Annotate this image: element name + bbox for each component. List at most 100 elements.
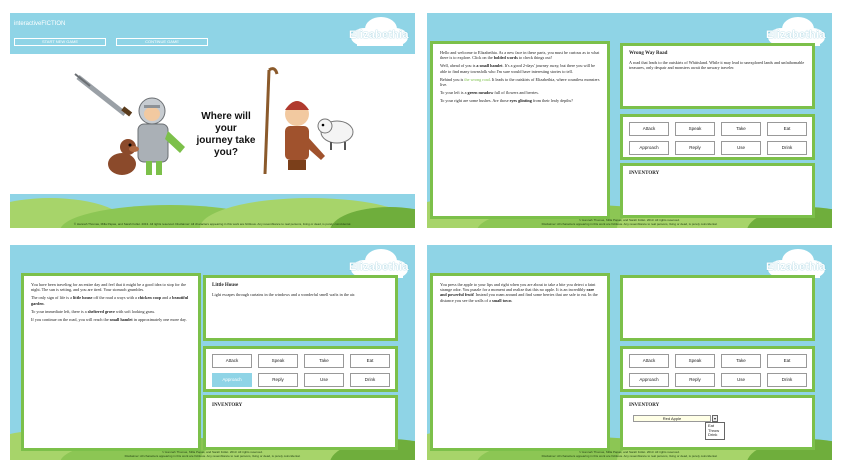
old-man-illustration: [263, 67, 354, 175]
menu-option-drink[interactable]: Drink: [708, 433, 722, 438]
action-grid: Attack Speak Take Eat Approach Reply Use Drink: [629, 122, 807, 155]
reply-button[interactable]: Reply: [675, 141, 715, 155]
story-text: from their leafy depths?: [531, 98, 573, 104]
drink-button[interactable]: Drink: [767, 141, 807, 155]
location-text: A road that leads to the outskirts of Wh…: [629, 60, 805, 71]
actions-box: Attack Speak Take Eat Approach Reply Use Drink: [620, 346, 815, 392]
action-grid: Attack Speak Take Eat Approach Reply Use Drink: [629, 354, 807, 387]
story-link[interactable]: the wrong road: [464, 77, 489, 82]
story-link[interactable]: small hamlet: [110, 317, 133, 322]
use-button[interactable]: Use: [304, 373, 344, 387]
actions-box: Attack Speak Take Eat Approach Reply Use Drink: [203, 346, 398, 392]
story-link[interactable]: bolded words: [494, 55, 518, 60]
story-text: .: [511, 297, 513, 303]
story-link[interactable]: small town: [492, 298, 511, 303]
speak-button[interactable]: Speak: [675, 122, 715, 136]
inventory-title: INVENTORY: [629, 171, 660, 176]
location-description-box: Wrong Way Road A road that leads to the …: [620, 43, 815, 109]
story-text: You have been traveling for an entire da…: [31, 282, 186, 293]
story-text: To your left is a: [440, 90, 468, 96]
inventory-title: INVENTORY: [629, 403, 660, 408]
location-text: Light escapes through curtains in the wi…: [212, 292, 356, 298]
story-text-box: You press the apple to your lips and rig…: [430, 273, 610, 451]
story-link[interactable]: green meadow: [468, 90, 494, 95]
disclaimer-line: Disclaimer: All characters appearing in …: [124, 454, 301, 458]
use-button[interactable]: Use: [721, 141, 761, 155]
game-screen-apple: Elizabethia © Hannah Thomas, Milla Papas…: [427, 245, 832, 460]
story-link[interactable]: little house: [73, 295, 92, 300]
game-screen-welcome: Elizabethia © Hannah Thomas, Milla Papas…: [427, 13, 832, 228]
take-button[interactable]: Take: [304, 354, 344, 368]
speak-button[interactable]: Speak: [675, 354, 715, 368]
inventory-item-row: Red Apple ▾ Eat Throw Drink: [633, 415, 725, 440]
continue-game-button[interactable]: CONTINUE GAME: [116, 38, 208, 46]
knight-illustration: [74, 73, 185, 175]
location-title: Little House: [212, 283, 239, 288]
splash-illustration-area: Where will your journey take you?: [10, 54, 415, 194]
action-grid: Attack Speak Take Eat Approach Reply Use Drink: [212, 354, 390, 387]
speak-button[interactable]: Speak: [258, 354, 298, 368]
inventory-box: INVENTORY: [203, 395, 398, 450]
story-text-box: You have been traveling for an entire da…: [21, 273, 201, 451]
story-paragraph: Behind you is the wrong road. It leads t…: [440, 77, 600, 87]
story-paragraph: The only sign of life is a little house …: [31, 295, 191, 305]
story-text: If you continue on the road, you will re…: [31, 317, 110, 323]
attack-button[interactable]: Attack: [629, 354, 669, 368]
story-text: You press the apple to your lips and rig…: [440, 282, 596, 293]
story-text: off the road a ways with a: [92, 295, 138, 301]
story-link[interactable]: chicken coop: [138, 295, 161, 300]
story-paragraph: To your immediate left, there is a shelt…: [31, 309, 191, 314]
start-new-game-button[interactable]: START NEW GAME: [14, 38, 106, 46]
eat-button[interactable]: Eat: [350, 354, 390, 368]
approach-button[interactable]: Approach: [629, 373, 669, 387]
story-text: To your immediate left, there is a: [31, 308, 88, 314]
game-title: Elizabethia: [766, 29, 826, 41]
story-link[interactable]: eyes glinting: [510, 98, 532, 103]
story-paragraph: You have been traveling for an entire da…: [31, 282, 191, 292]
inventory-box: INVENTORY: [620, 163, 815, 218]
location-description-box: [620, 275, 815, 341]
copyright-footer: © Hannah Thomas, Milla Papas, and Sarah …: [10, 450, 415, 458]
story-paragraph: Hello and welcome to Elizabethia. As a n…: [440, 50, 600, 60]
dropdown-arrow-icon[interactable]: ▾: [712, 415, 718, 422]
copyright-footer: © Hannah Thomas, Milla Papas, and Sarah …: [427, 218, 832, 226]
story-text: and a: [161, 295, 173, 301]
story-text: with soft looking grass.: [114, 308, 156, 314]
disclaimer-line: Disclaimer: All characters appearing in …: [541, 222, 718, 226]
attack-button[interactable]: Attack: [212, 354, 252, 368]
use-button[interactable]: Use: [721, 373, 761, 387]
take-button[interactable]: Take: [721, 122, 761, 136]
splash-screen: interactiveFICTION START NEW GAME CONTIN…: [10, 13, 415, 228]
story-paragraph: To your right are some bushes. Are those…: [440, 98, 600, 103]
inventory-item-red-apple[interactable]: Red Apple: [633, 415, 711, 422]
reply-button[interactable]: Reply: [258, 373, 298, 387]
brand-logo: interactiveFICTION: [14, 21, 66, 27]
game-title: Elizabethia: [349, 29, 409, 41]
take-button[interactable]: Take: [721, 354, 761, 368]
game-title: Elizabethia: [766, 261, 826, 273]
eat-button[interactable]: Eat: [767, 122, 807, 136]
reply-button[interactable]: Reply: [675, 373, 715, 387]
story-text: .: [43, 300, 45, 306]
eat-button[interactable]: Eat: [767, 354, 807, 368]
game-screen-little-house: Elizabethia © Hannah Thomas, Milla Papas…: [10, 245, 415, 460]
game-title: Elizabethia: [349, 261, 409, 273]
disclaimer-line: Disclaimer: All characters appearing in …: [541, 454, 718, 458]
attack-button[interactable]: Attack: [629, 122, 669, 136]
item-action-menu: Eat Throw Drink: [705, 422, 725, 440]
actions-box: Attack Speak Take Eat Approach Reply Use Drink: [620, 114, 815, 160]
story-text: full of flowers and berries.: [493, 90, 539, 96]
drink-button[interactable]: Drink: [767, 373, 807, 387]
story-paragraph: Well, ahead of you is a small hamlet. It…: [440, 63, 600, 73]
approach-button[interactable]: Approach: [212, 373, 252, 387]
inventory-title: INVENTORY: [212, 403, 243, 408]
copyright-footer: © Hannah Thomas, Milla Papas, and Sarah …: [73, 222, 352, 226]
drink-button[interactable]: Drink: [350, 373, 390, 387]
location-description-box: Little House Light escapes through curta…: [203, 275, 398, 341]
story-text: in approximately one more day.: [132, 317, 187, 323]
story-text-box: Hello and welcome to Elizabethia. As a n…: [430, 41, 610, 219]
tagline-text: Where will your journey take you?: [196, 111, 256, 158]
copyright-footer: © Hannah Thomas, Milla Papas, and Sarah …: [427, 450, 832, 458]
story-link[interactable]: sheltered grove: [88, 309, 115, 314]
approach-button[interactable]: Approach: [629, 141, 669, 155]
